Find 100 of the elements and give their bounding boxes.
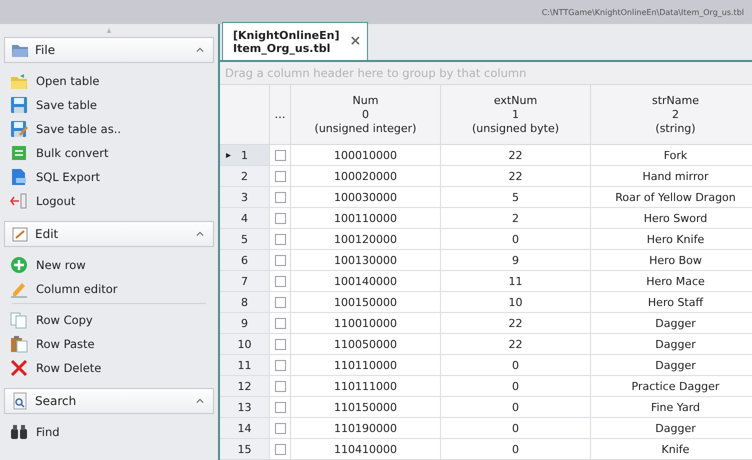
table-cell: 0 <box>441 376 591 397</box>
cross-icon <box>10 359 28 377</box>
table-cell: 10 <box>441 292 591 313</box>
table-cell: 0 <box>441 418 591 439</box>
sidebar-item[interactable]: New row <box>4 253 214 277</box>
table-cell: 110110000 <box>291 355 441 376</box>
table-cell: 2 <box>441 208 591 229</box>
table-cell: Fine Yard <box>591 397 752 418</box>
table-cell: 22 <box>441 313 591 334</box>
table-cell: Hero Sword <box>591 208 752 229</box>
sidebar-item[interactable]: Save table <box>4 93 214 117</box>
row-number: 10 <box>220 334 270 355</box>
table-cell: 100030000 <box>291 187 441 208</box>
table-cell: Dagger <box>591 418 752 439</box>
row-checkbox[interactable] <box>274 234 286 244</box>
sidebar-item[interactable]: Save table as.. <box>4 117 214 141</box>
pages-icon <box>10 311 28 329</box>
sidebar-item[interactable]: Row Copy <box>4 308 214 332</box>
row-checkbox[interactable] <box>274 192 286 202</box>
column-header[interactable]: strName 2 (string) <box>591 85 752 145</box>
row-number: 15 <box>220 439 270 460</box>
row-checkbox[interactable] <box>274 296 286 308</box>
table-cell: 100110000 <box>291 208 441 229</box>
table-cell: Knife <box>591 439 752 460</box>
row-checkbox[interactable] <box>274 422 286 434</box>
row-checkbox[interactable] <box>274 380 286 392</box>
table-cell: 110050000 <box>291 334 441 355</box>
column-header[interactable]: extNum 1 (unsigned byte) <box>441 85 591 145</box>
table-cell: Dagger <box>591 313 752 334</box>
group-title: Edit <box>35 227 60 241</box>
table-cell: 100130000 <box>291 250 441 271</box>
row-number: 12 <box>220 376 270 397</box>
floppy-disk-pencil-icon <box>10 120 28 138</box>
sidebar-item[interactable]: SQL Export <box>4 165 214 189</box>
pencil-ruler-icon <box>10 280 28 298</box>
table-cell: Hero Staff <box>591 292 752 313</box>
row-checkbox[interactable] <box>274 338 286 350</box>
table-cell: 22 <box>441 145 591 166</box>
row-checkbox[interactable] <box>274 170 286 182</box>
table-cell: Hero Bow <box>591 250 752 271</box>
column-header[interactable]: Num 0 (unsigned integer) <box>291 85 441 145</box>
row-checkbox[interactable] <box>274 318 286 328</box>
binoculars-icon <box>10 423 28 441</box>
row-number: 13 <box>220 397 270 418</box>
row-number: 5 <box>220 229 270 250</box>
row-checkbox[interactable] <box>274 212 286 224</box>
magnifier-page-icon <box>11 392 29 410</box>
row-checkbox[interactable] <box>274 402 286 412</box>
sidebar-item[interactable]: Row Paste <box>4 332 214 356</box>
table-cell: Dagger <box>591 355 752 376</box>
row-checkbox[interactable] <box>274 276 286 286</box>
collapse-arrow-icon <box>105 28 113 33</box>
table-cell: Dagger <box>591 334 752 355</box>
table-cell: 110150000 <box>291 397 441 418</box>
table-cell: 0 <box>441 355 591 376</box>
folder-icon <box>10 72 28 90</box>
select-column-header[interactable]: … <box>270 85 291 145</box>
row-checkbox[interactable] <box>274 360 286 370</box>
group-header[interactable]: File <box>4 37 214 63</box>
sidebar-item[interactable]: Logout <box>4 189 214 213</box>
row-checkbox[interactable] <box>274 444 286 454</box>
table-cell: 110190000 <box>291 418 441 439</box>
row-number: 11 <box>220 355 270 376</box>
current-row-icon <box>226 151 231 160</box>
table-cell: 22 <box>441 166 591 187</box>
table-cell: 100150000 <box>291 292 441 313</box>
sidebar-item[interactable]: Find <box>4 420 214 444</box>
group-panel-hint: Drag a column header here to group by that column <box>225 66 526 80</box>
group-header[interactable]: Search <box>4 388 214 414</box>
row-number: 14 <box>220 418 270 439</box>
sidebar-item[interactable]: Bulk convert <box>4 141 214 165</box>
group-header[interactable]: Edit <box>4 221 214 247</box>
row-number: 7 <box>220 271 270 292</box>
row-number: 1 <box>220 145 270 166</box>
row-checkbox[interactable] <box>274 150 286 160</box>
table-cell: 110410000 <box>291 439 441 460</box>
file-path: C:\NTTGame\KnightOnlineEn\Data\Item_Org_us.tbl <box>542 8 744 16</box>
row-number: 4 <box>220 208 270 229</box>
sidebar-item[interactable]: Column editor <box>4 277 214 301</box>
table-cell: 5 <box>441 187 591 208</box>
table-cell: 0 <box>441 439 591 460</box>
table-cell: 100020000 <box>291 166 441 187</box>
row-number: 8 <box>220 292 270 313</box>
clipboard-icon <box>10 335 28 353</box>
plus-circle-icon <box>10 256 28 274</box>
table-cell: Roar of Yellow Dragon <box>591 187 752 208</box>
table-cell: 100140000 <box>291 271 441 292</box>
sidebar-item[interactable]: Row Delete <box>4 356 214 380</box>
table-cell: Practice Dagger <box>591 376 752 397</box>
sidebar-item[interactable]: Open table <box>4 69 214 93</box>
close-button[interactable]: × <box>350 35 362 48</box>
table-cell: Hero Mace <box>591 271 752 292</box>
table-cell: 110111000 <box>291 376 441 397</box>
row-number: 2 <box>220 166 270 187</box>
row-checkbox[interactable] <box>274 254 286 266</box>
exit-icon <box>10 192 28 210</box>
table-cell: Hero Knife <box>591 229 752 250</box>
table-cell: 100010000 <box>291 145 441 166</box>
notepad-icon <box>11 225 29 243</box>
table-cell: 100120000 <box>291 229 441 250</box>
